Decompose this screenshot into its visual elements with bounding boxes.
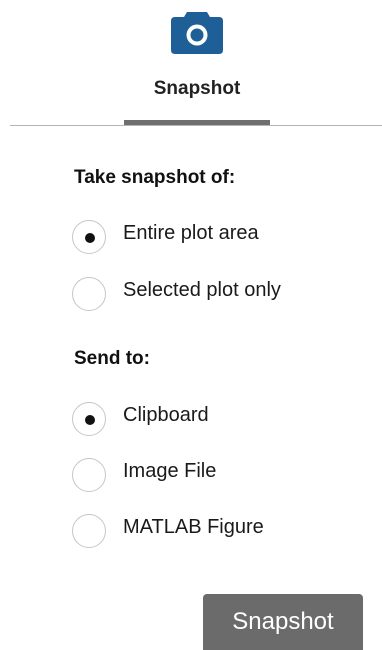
- radio-matlab-figure[interactable]: MATLAB Figure: [72, 514, 362, 552]
- radio-label: MATLAB Figure: [123, 516, 264, 538]
- radio-button[interactable]: [72, 458, 106, 492]
- radio-label: Entire plot area: [123, 222, 259, 244]
- radio-image-file[interactable]: Image File: [72, 458, 362, 496]
- radio-label: Image File: [123, 460, 217, 482]
- tab-snapshot[interactable]: Snapshot: [124, 78, 270, 100]
- radio-selected-dot: [85, 233, 95, 243]
- snapshot-tab-header: Snapshot: [0, 0, 382, 128]
- radio-selected-plot-only[interactable]: Selected plot only: [72, 277, 362, 315]
- radio-label: Selected plot only: [123, 279, 281, 301]
- radio-clipboard[interactable]: Clipboard: [72, 402, 362, 440]
- snapshot-of-heading: Take snapshot of:: [74, 167, 236, 188]
- send-to-heading: Send to:: [74, 348, 150, 369]
- radio-button[interactable]: [72, 220, 106, 254]
- radio-entire-plot-area[interactable]: Entire plot area: [72, 220, 362, 258]
- radio-button[interactable]: [72, 514, 106, 548]
- radio-label: Clipboard: [123, 404, 209, 426]
- radio-button[interactable]: [72, 277, 106, 311]
- camera-icon: [171, 12, 223, 54]
- radio-button[interactable]: [72, 402, 106, 436]
- snapshot-button[interactable]: Snapshot: [203, 594, 363, 650]
- header-divider: [10, 125, 382, 126]
- radio-selected-dot: [85, 415, 95, 425]
